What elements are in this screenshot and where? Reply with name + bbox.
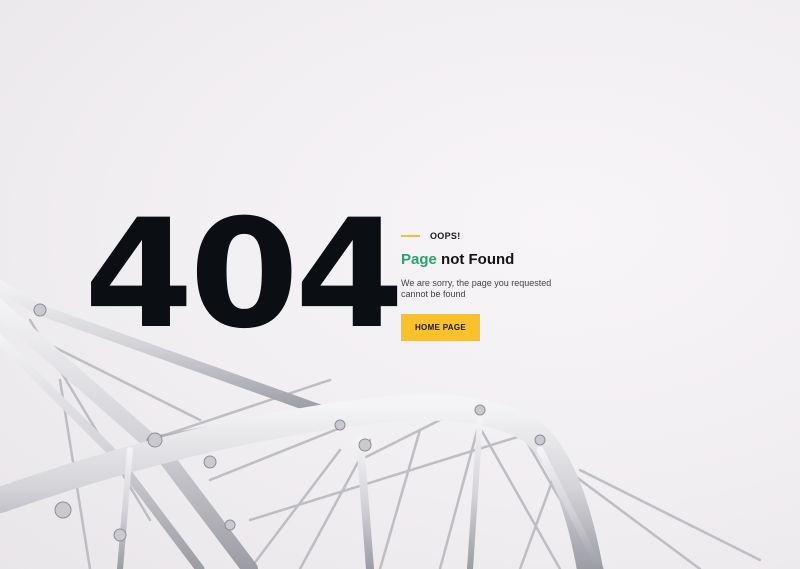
kicker-text: OOPS! xyxy=(430,231,461,241)
error-page: 404 OOPS! Page not Found We are sorry, t… xyxy=(0,0,800,569)
kicker: OOPS! xyxy=(401,229,601,243)
error-message: We are sorry, the page you requested can… xyxy=(401,278,552,299)
error-content: OOPS! Page not Found We are sorry, the p… xyxy=(401,229,601,341)
page-title: Page not Found xyxy=(401,251,601,269)
page-title-accent: Page xyxy=(401,251,437,268)
page-title-rest: not Found xyxy=(441,251,515,268)
error-code-404: 404 xyxy=(84,188,404,362)
kicker-divider xyxy=(401,235,420,237)
home-page-button[interactable]: HOME PAGE xyxy=(401,314,480,341)
